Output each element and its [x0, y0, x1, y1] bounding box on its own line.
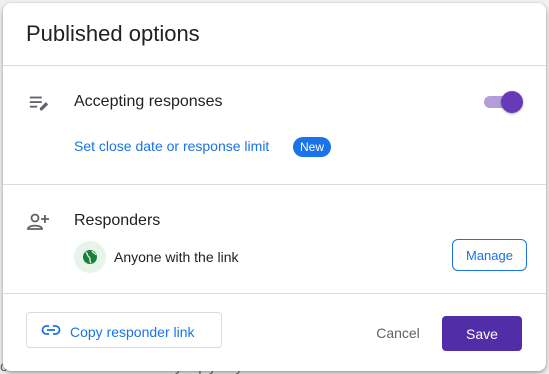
cancel-button[interactable]: Cancel: [363, 317, 433, 349]
edit-list-icon: [28, 92, 50, 119]
new-badge: New: [293, 137, 332, 157]
divider: [3, 184, 546, 185]
manage-button[interactable]: Manage: [452, 239, 527, 271]
globe-icon: [74, 241, 106, 273]
dialog-title: Published options: [26, 21, 200, 46]
responders-label: Responders: [74, 212, 161, 229]
toggle-thumb: [501, 91, 523, 113]
published-options-dialog: Published options Accepting responses Se…: [3, 3, 546, 371]
access-level-text: Anyone with the link: [114, 249, 239, 265]
divider: [3, 293, 546, 294]
accepting-responses-toggle[interactable]: [483, 91, 523, 113]
person-add-icon: [26, 210, 50, 239]
divider: [3, 65, 546, 66]
accepting-responses-label: Accepting responses: [74, 93, 223, 110]
save-button[interactable]: Save: [442, 316, 522, 351]
link-icon: [41, 323, 61, 342]
set-close-date-link[interactable]: Set close date or response limit: [74, 138, 269, 154]
copy-responder-link-button[interactable]: Copy responder link: [26, 312, 222, 348]
copy-responder-link-label: Copy responder link: [70, 324, 195, 340]
